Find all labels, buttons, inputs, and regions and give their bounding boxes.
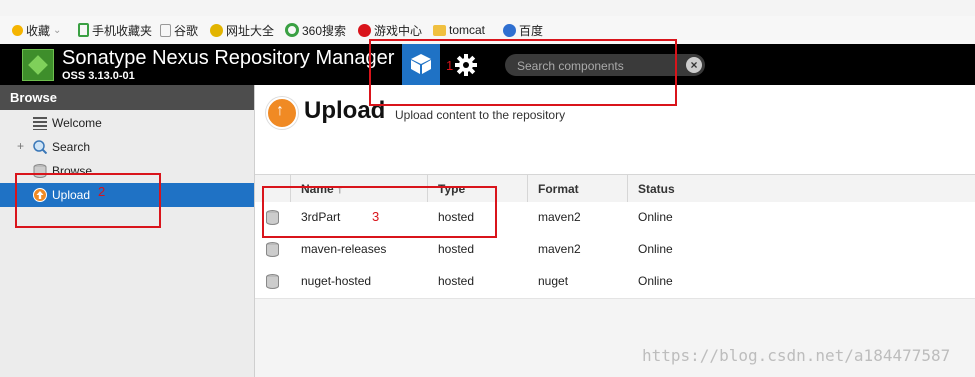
close-icon[interactable]: × bbox=[686, 57, 702, 73]
database-icon bbox=[266, 242, 279, 257]
column-header-format[interactable]: Format bbox=[538, 182, 579, 196]
repo-status: Online bbox=[638, 210, 673, 224]
table-row[interactable]: maven-releases hosted maven2 Online bbox=[255, 234, 975, 267]
bookmark-mobile[interactable]: 手机收藏夹 bbox=[78, 22, 152, 38]
bookmark-label: 游戏中心 bbox=[374, 23, 423, 38]
repo-format: maven2 bbox=[538, 210, 581, 224]
repo-status: Online bbox=[638, 242, 673, 256]
bookmark-baidu[interactable]: 百度 bbox=[503, 22, 543, 38]
bookmark-tomcat[interactable]: tomcat bbox=[433, 22, 485, 38]
page-icon bbox=[160, 23, 171, 37]
bookmark-label: 网址大全 bbox=[226, 23, 275, 38]
column-divider bbox=[627, 175, 628, 202]
nav-globe-icon bbox=[210, 23, 223, 37]
annotation-box-1 bbox=[369, 39, 677, 106]
bookmark-label: 手机收藏夹 bbox=[92, 23, 153, 38]
chevron-down-icon: ⌄ bbox=[53, 24, 62, 36]
sidebar-item-label: Welcome bbox=[52, 116, 102, 130]
annotation-box-3 bbox=[262, 186, 497, 238]
annotation-number-2: 2 bbox=[98, 184, 106, 199]
annotation-number-3: 3 bbox=[372, 209, 380, 224]
bookmark-google[interactable]: 谷歌 bbox=[160, 22, 198, 38]
repo-name: maven-releases bbox=[301, 242, 387, 256]
bookmark-nav[interactable]: 网址大全 bbox=[210, 22, 274, 38]
star-icon bbox=[12, 24, 23, 36]
phone-icon bbox=[78, 23, 89, 37]
repo-format: maven2 bbox=[538, 242, 581, 256]
bookmark-label: 百度 bbox=[519, 23, 544, 38]
annotation-number-1: 1 bbox=[446, 58, 454, 73]
folder-icon bbox=[433, 24, 446, 36]
bookmark-label: tomcat bbox=[449, 23, 486, 37]
bookmark-favorites[interactable]: 收藏 ⌄ bbox=[12, 22, 61, 38]
sidebar-item-welcome[interactable]: Welcome bbox=[0, 111, 254, 135]
sidebar-item-label: Search bbox=[52, 140, 91, 154]
column-header-status[interactable]: Status bbox=[638, 182, 675, 196]
magnifier-icon bbox=[33, 140, 47, 154]
bookmark-360[interactable]: 360搜索 bbox=[285, 22, 346, 38]
watermark: https://blog.csdn.net/a184477587 bbox=[642, 346, 951, 365]
repo-name: nuget-hosted bbox=[301, 274, 372, 288]
game-icon bbox=[358, 23, 371, 37]
sidebar-heading: Browse bbox=[0, 85, 254, 110]
repo-type: hosted bbox=[438, 274, 475, 288]
repo-format: nuget bbox=[538, 274, 569, 288]
table-row[interactable]: nuget-hosted hosted nuget Online bbox=[255, 266, 975, 299]
bookmark-games[interactable]: 游戏中心 bbox=[358, 22, 422, 38]
bookmark-label: 收藏 bbox=[26, 23, 51, 38]
app-title: Sonatype Nexus Repository Manager bbox=[62, 47, 395, 69]
database-icon bbox=[266, 274, 279, 289]
app-version: OSS 3.13.0-01 bbox=[62, 70, 135, 82]
address-bar[interactable] bbox=[0, 0, 975, 16]
sidebar-heading-text: Browse bbox=[10, 90, 57, 105]
list-icon bbox=[33, 117, 47, 130]
column-divider bbox=[527, 175, 528, 202]
expand-icon[interactable]: + bbox=[17, 139, 24, 153]
page-subtitle: Upload content to the repository bbox=[395, 108, 566, 122]
nexus-logo-icon bbox=[22, 49, 54, 81]
paw-icon bbox=[503, 23, 516, 37]
sidebar-item-search[interactable]: + Search bbox=[0, 135, 254, 159]
bookmark-label: 360搜索 bbox=[302, 23, 347, 38]
upload-icon bbox=[266, 97, 298, 129]
circle-icon bbox=[285, 23, 299, 37]
repo-type: hosted bbox=[438, 242, 475, 256]
annotation-box-2 bbox=[15, 173, 161, 228]
repo-status: Online bbox=[638, 274, 673, 288]
sidebar: Welcome + Search Browse Upload bbox=[0, 85, 255, 377]
bookmark-label: 谷歌 bbox=[174, 23, 199, 38]
